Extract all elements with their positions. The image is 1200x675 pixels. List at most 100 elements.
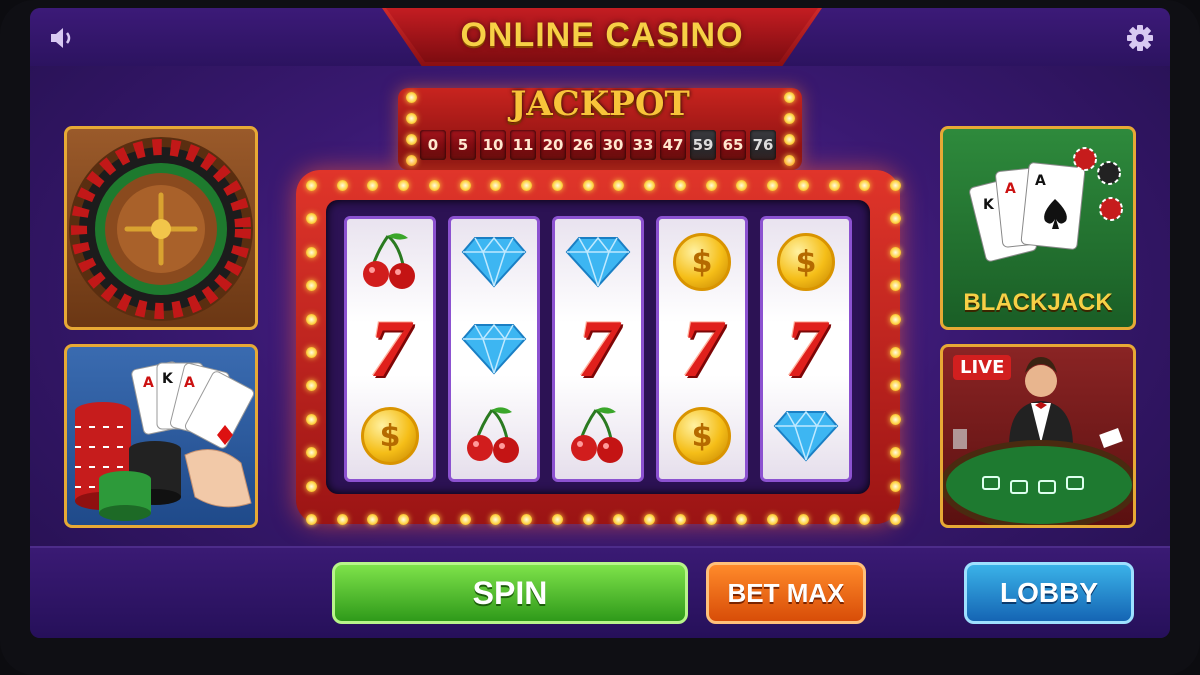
coin-icon: $ (777, 233, 835, 291)
marquee-bulb (428, 514, 440, 525)
game-screen: ONLINE CASINO JACKPOT 0 5 10 11 20 26 30… (30, 8, 1170, 638)
svg-text:K: K (983, 197, 995, 213)
roulette-game-card[interactable] (64, 126, 258, 330)
jackpot-digits: 0 5 10 11 20 26 30 33 47 59 65 76 (420, 130, 776, 160)
coin-icon: $ (361, 407, 419, 465)
title-banner: ONLINE CASINO (386, 8, 818, 62)
jackpot-number: 59 (690, 130, 716, 160)
jackpot-number: 47 (660, 130, 686, 160)
marquee-bulb (890, 180, 901, 191)
roulette-wheel-icon (69, 137, 253, 321)
marquee-bulb (582, 180, 594, 191)
device-frame: ONLINE CASINO JACKPOT 0 5 10 11 20 26 30… (0, 0, 1200, 675)
marquee-bulb (890, 246, 901, 258)
jackpot-number: 65 (720, 130, 746, 160)
marquee-bulb (890, 413, 901, 425)
seven-glyph: 7 (785, 303, 827, 394)
marquee-bulb (306, 313, 317, 325)
marquee-bulb (705, 514, 717, 525)
jackpot-number: 26 (570, 130, 596, 160)
coin-icon: $ (673, 233, 731, 291)
marquee-bulb (336, 514, 348, 525)
marquee-bulb (767, 180, 779, 191)
svg-text:A: A (1035, 173, 1046, 189)
svg-text:A: A (1005, 181, 1016, 197)
jackpot-number: 5 (450, 130, 476, 160)
spin-button[interactable]: SPIN (332, 562, 688, 624)
marquee-bulb (674, 180, 686, 191)
marquee-bulb (828, 180, 840, 191)
marquee-bulb (828, 514, 840, 525)
marquee-bulb (797, 514, 809, 525)
marquee-bulb (459, 514, 471, 525)
coin-symbol: $ (659, 219, 745, 305)
poker-game-card[interactable]: A K A (64, 344, 258, 528)
marquee-bulb (890, 514, 901, 525)
seven-glyph: 7 (681, 303, 723, 394)
jackpot-bulbs-right (784, 92, 795, 166)
diamond-icon (451, 306, 537, 392)
live-dealer-game-card[interactable]: LIVE (940, 344, 1136, 528)
lobby-button[interactable]: LOBBY (964, 562, 1134, 624)
jackpot-title: JACKPOT (510, 84, 690, 124)
jackpot-number: 11 (510, 130, 536, 160)
marquee-bulb (767, 514, 779, 525)
marquee-bulb (306, 347, 317, 358)
coin-symbol: $ (659, 393, 745, 479)
slot-reel: $7 $ (656, 216, 748, 482)
marquee-bulb (459, 180, 471, 191)
seven-symbol: 7 (763, 306, 849, 392)
cherry-icon (555, 393, 641, 479)
seven-symbol: 7 (555, 306, 641, 392)
svg-text:K: K (162, 371, 174, 387)
jackpot-number: 33 (630, 130, 656, 160)
live-badge: LIVE (953, 355, 1012, 380)
gear-icon[interactable] (1124, 22, 1156, 54)
slot-reel: 7 $ (344, 216, 436, 482)
blackjack-label: BLACKJACK (963, 289, 1113, 316)
marquee-bulb (582, 514, 594, 525)
jackpot-number: 30 (600, 130, 626, 160)
speaker-icon[interactable] (46, 22, 78, 54)
seven-glyph: 7 (577, 303, 619, 394)
diamond-icon (763, 393, 849, 479)
seven-glyph: 7 (369, 303, 411, 394)
slot-reel (448, 216, 540, 482)
jackpot-board: JACKPOT 0 5 10 11 20 26 30 33 47 59 65 7… (398, 84, 802, 170)
svg-text:A: A (143, 375, 154, 391)
marquee-bulb (306, 480, 317, 492)
cherry-icon (347, 219, 433, 305)
marquee-bulb (306, 246, 317, 258)
jackpot-number: 20 (540, 130, 566, 160)
marquee-bulb (705, 180, 717, 191)
slot-reel: 7 (552, 216, 644, 482)
marquee-bulb (551, 514, 563, 525)
marquee-bulb (551, 180, 563, 191)
cards-and-chips-icon: A K A (75, 361, 255, 521)
diamond-icon (451, 219, 537, 305)
cherry-icon (451, 393, 537, 479)
svg-text:A: A (184, 375, 195, 391)
seven-symbol: 7 (659, 306, 745, 392)
jackpot-number: 10 (480, 130, 506, 160)
marquee-bulb (336, 180, 348, 191)
seven-symbol: 7 (347, 306, 433, 392)
bet-max-button[interactable]: BET MAX (706, 562, 866, 624)
marquee-bulb (890, 347, 901, 358)
marquee-bulb (890, 313, 901, 325)
coin-symbol: $ (347, 393, 433, 479)
playing-cards-icon: K A A (969, 147, 1123, 262)
diamond-icon (555, 219, 641, 305)
slot-reel: $7 (760, 216, 852, 482)
page-title: ONLINE CASINO (460, 15, 744, 54)
marquee-bulb (306, 180, 317, 191)
blackjack-game-card[interactable]: K A A BLACKJACK (940, 126, 1136, 330)
coin-symbol: $ (763, 219, 849, 305)
marquee-bulb (674, 514, 686, 525)
marquee-bulb (797, 180, 809, 191)
marquee-bulb (306, 514, 317, 525)
marquee-bulb (428, 180, 440, 191)
jackpot-number: 76 (750, 130, 776, 160)
coin-icon: $ (673, 407, 731, 465)
marquee-bulb (890, 480, 901, 492)
